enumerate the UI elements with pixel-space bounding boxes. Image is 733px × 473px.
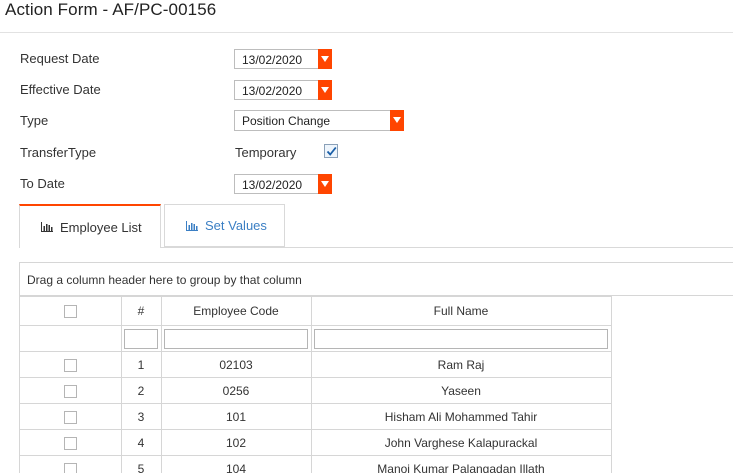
effective-date-value: 13/02/2020 bbox=[242, 84, 303, 98]
row-number: 4 bbox=[120, 429, 162, 456]
transfer-type-label: TransferType bbox=[20, 145, 97, 160]
page-title: Action Form - AF/PC-00156 bbox=[5, 0, 217, 19]
calendar-dropdown-button[interactable] bbox=[318, 80, 332, 100]
full-name-cell: John Varghese Kalapurackal bbox=[310, 429, 612, 456]
row-select-cell bbox=[20, 377, 122, 404]
filter-input-full-name[interactable] bbox=[314, 328, 608, 349]
tab-employee-list[interactable]: Employee List bbox=[19, 204, 161, 248]
column-header-employee-code[interactable]: Employee Code bbox=[160, 296, 312, 326]
column-header-full-name[interactable]: Full Name bbox=[310, 296, 612, 326]
calendar-dropdown-button[interactable] bbox=[318, 174, 332, 194]
title-divider bbox=[0, 32, 733, 33]
table-row[interactable]: 5 104 Manoj Kumar Palangadan Illath bbox=[20, 455, 612, 473]
row-select-cell bbox=[20, 429, 122, 456]
to-date-value: 13/02/2020 bbox=[242, 178, 303, 192]
row-checkbox[interactable] bbox=[63, 462, 77, 473]
request-date-picker[interactable]: 13/02/2020 bbox=[234, 49, 332, 69]
table-header-row: # Employee Code Full Name bbox=[20, 296, 612, 326]
employee-code-cell: 02103 bbox=[160, 351, 312, 378]
calendar-dropdown-button[interactable] bbox=[318, 49, 332, 69]
to-date-picker[interactable]: 13/02/2020 bbox=[234, 174, 332, 194]
full-name-cell: Manoj Kumar Palangadan Illath bbox=[310, 455, 612, 473]
full-name-cell: Ram Raj bbox=[310, 351, 612, 378]
tab-employee-list-label: Employee List bbox=[60, 219, 142, 235]
type-label: Type bbox=[20, 113, 49, 128]
select-all-checkbox[interactable] bbox=[63, 305, 77, 319]
row-number: 1 bbox=[120, 351, 162, 378]
tab-set-values[interactable]: Set Values bbox=[164, 204, 285, 247]
tab-strip-divider bbox=[160, 247, 733, 248]
employee-code-cell: 104 bbox=[160, 455, 312, 473]
employee-code-cell: 101 bbox=[160, 403, 312, 430]
request-date-value: 13/02/2020 bbox=[242, 53, 303, 67]
row-select-cell bbox=[20, 403, 122, 430]
request-date-label: Request Date bbox=[20, 51, 100, 66]
bar-chart-icon bbox=[186, 220, 198, 231]
filter-row bbox=[20, 325, 612, 352]
filter-input-number[interactable] bbox=[124, 328, 158, 349]
to-date-label: To Date bbox=[20, 176, 65, 191]
type-value: Position Change bbox=[242, 114, 331, 128]
temporary-checkbox[interactable] bbox=[324, 144, 338, 158]
row-checkbox[interactable] bbox=[63, 436, 77, 450]
row-checkbox[interactable] bbox=[63, 410, 77, 424]
tab-set-values-label: Set Values bbox=[205, 218, 267, 233]
table-row[interactable]: 1 02103 Ram Raj bbox=[20, 351, 612, 378]
employee-code-cell: 102 bbox=[160, 429, 312, 456]
column-header-number[interactable]: # bbox=[120, 296, 162, 326]
row-number: 3 bbox=[120, 403, 162, 430]
type-dropdown-button[interactable] bbox=[390, 110, 404, 131]
row-checkbox[interactable] bbox=[63, 384, 77, 398]
filter-cell-code bbox=[160, 325, 312, 352]
row-number: 5 bbox=[120, 455, 162, 473]
filter-cell-number bbox=[120, 325, 162, 352]
full-name-cell: Yaseen bbox=[310, 377, 612, 404]
row-checkbox[interactable] bbox=[63, 358, 77, 372]
group-by-panel[interactable]: Drag a column header here to group by th… bbox=[20, 263, 733, 296]
employee-code-cell: 0256 bbox=[160, 377, 312, 404]
select-all-header[interactable] bbox=[20, 296, 122, 326]
table-row[interactable]: 4 102 John Varghese Kalapurackal bbox=[20, 429, 612, 456]
checkmark-icon bbox=[326, 146, 337, 156]
filter-input-employee-code[interactable] bbox=[164, 328, 308, 349]
row-select-cell bbox=[20, 351, 122, 378]
employee-table: # Employee Code Full Name 1 02103 Ram Ra… bbox=[20, 296, 612, 473]
row-number: 2 bbox=[120, 377, 162, 404]
full-name-cell: Hisham Ali Mohammed Tahir bbox=[310, 403, 612, 430]
row-select-cell bbox=[20, 455, 122, 473]
effective-date-label: Effective Date bbox=[20, 82, 101, 97]
filter-cell-select bbox=[20, 325, 122, 352]
filter-cell-name bbox=[310, 325, 612, 352]
type-select[interactable]: Position Change bbox=[234, 110, 404, 131]
effective-date-picker[interactable]: 13/02/2020 bbox=[234, 80, 332, 100]
table-row[interactable]: 2 0256 Yaseen bbox=[20, 377, 612, 404]
table-row[interactable]: 3 101 Hisham Ali Mohammed Tahir bbox=[20, 403, 612, 430]
bar-chart-icon bbox=[41, 222, 53, 232]
employee-grid: Drag a column header here to group by th… bbox=[19, 262, 733, 473]
temporary-label: Temporary bbox=[235, 145, 297, 160]
